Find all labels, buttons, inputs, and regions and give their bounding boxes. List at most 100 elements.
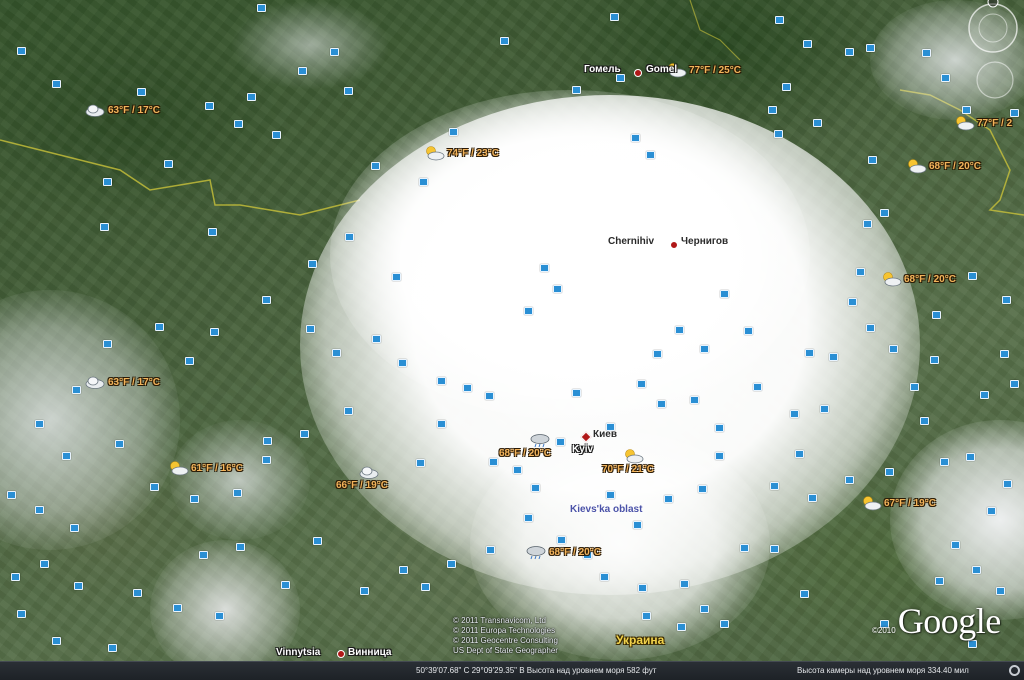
webcam-marker-icon[interactable] — [889, 345, 898, 353]
compass-icon[interactable] — [962, 0, 1024, 62]
weather-marker[interactable]: 68°F / 20°C — [499, 432, 551, 459]
webcam-marker-icon[interactable] — [137, 88, 146, 96]
webcam-marker-icon[interactable] — [257, 4, 266, 12]
webcam-marker-icon[interactable] — [447, 560, 456, 568]
webcam-marker-icon[interactable] — [421, 583, 430, 591]
webcam-marker-icon[interactable] — [720, 620, 729, 628]
weather-marker[interactable]: 61°F / 16°C — [167, 460, 243, 476]
place-label-gomel-en[interactable]: Gomel — [646, 64, 677, 75]
webcam-marker-icon[interactable] — [313, 537, 322, 545]
webcam-marker-icon[interactable] — [642, 612, 651, 620]
webcam-marker-icon[interactable] — [74, 582, 83, 590]
webcam-marker-icon[interactable] — [616, 74, 625, 82]
webcam-marker-icon[interactable] — [164, 160, 173, 168]
webcam-marker-icon[interactable] — [972, 566, 981, 574]
webcam-marker-icon[interactable] — [968, 272, 977, 280]
webcam-marker-icon[interactable] — [103, 178, 112, 186]
webcam-marker-icon[interactable] — [208, 228, 217, 236]
webcam-marker-icon[interactable] — [848, 298, 857, 306]
webcam-marker-icon[interactable] — [940, 458, 949, 466]
webcam-marker-icon[interactable] — [720, 290, 729, 298]
webcam-marker-icon[interactable] — [1002, 296, 1011, 304]
webcam-marker-icon[interactable] — [657, 400, 666, 408]
webcam-marker-icon[interactable] — [572, 86, 581, 94]
webcam-marker-icon[interactable] — [399, 566, 408, 574]
webcam-marker-icon[interactable] — [298, 67, 307, 75]
webcam-marker-icon[interactable] — [62, 452, 71, 460]
webcam-marker-icon[interactable] — [606, 491, 615, 499]
webcam-marker-icon[interactable] — [17, 47, 26, 55]
webcam-marker-icon[interactable] — [35, 506, 44, 514]
webcam-marker-icon[interactable] — [247, 93, 256, 101]
webcam-marker-icon[interactable] — [675, 326, 684, 334]
webcam-marker-icon[interactable] — [1010, 380, 1019, 388]
webcam-marker-icon[interactable] — [664, 495, 673, 503]
webcam-marker-icon[interactable] — [489, 458, 498, 466]
webcam-marker-icon[interactable] — [922, 49, 931, 57]
webcam-marker-icon[interactable] — [11, 573, 20, 581]
webcam-marker-icon[interactable] — [803, 40, 812, 48]
webcam-marker-icon[interactable] — [715, 424, 724, 432]
webcam-marker-icon[interactable] — [215, 612, 224, 620]
webcam-marker-icon[interactable] — [205, 102, 214, 110]
weather-marker[interactable]: 68°F / 20°C — [525, 544, 601, 560]
webcam-marker-icon[interactable] — [155, 323, 164, 331]
webcam-marker-icon[interactable] — [103, 340, 112, 348]
webcam-marker-icon[interactable] — [1000, 350, 1009, 358]
webcam-marker-icon[interactable] — [330, 48, 339, 56]
webcam-marker-icon[interactable] — [753, 383, 762, 391]
webcam-marker-icon[interactable] — [35, 420, 44, 428]
weather-marker[interactable]: 67°F / 19°C — [860, 495, 936, 511]
webcam-marker-icon[interactable] — [308, 260, 317, 268]
webcam-marker-icon[interactable] — [653, 350, 662, 358]
webcam-marker-icon[interactable] — [437, 420, 446, 428]
webcam-marker-icon[interactable] — [419, 178, 428, 186]
webcam-marker-icon[interactable] — [744, 327, 753, 335]
webcam-marker-icon[interactable] — [932, 311, 941, 319]
webcam-marker-icon[interactable] — [485, 392, 494, 400]
webcam-marker-icon[interactable] — [638, 584, 647, 592]
city-dot[interactable] — [337, 650, 345, 658]
webcam-marker-icon[interactable] — [70, 524, 79, 532]
webcam-marker-icon[interactable] — [610, 13, 619, 21]
webcam-marker-icon[interactable] — [770, 545, 779, 553]
webcam-marker-icon[interactable] — [150, 483, 159, 491]
webcam-marker-icon[interactable] — [808, 494, 817, 502]
webcam-marker-icon[interactable] — [72, 386, 81, 394]
webcam-marker-icon[interactable] — [40, 560, 49, 568]
webcam-marker-icon[interactable] — [557, 536, 566, 544]
webcam-marker-icon[interactable] — [332, 349, 341, 357]
webcam-marker-icon[interactable] — [740, 544, 749, 552]
webcam-marker-icon[interactable] — [437, 377, 446, 385]
webcam-marker-icon[interactable] — [272, 131, 281, 139]
webcam-marker-icon[interactable] — [500, 37, 509, 45]
webcam-marker-icon[interactable] — [996, 587, 1005, 595]
webcam-marker-icon[interactable] — [344, 87, 353, 95]
webcam-marker-icon[interactable] — [715, 452, 724, 460]
webcam-marker-icon[interactable] — [805, 349, 814, 357]
webcam-marker-icon[interactable] — [866, 324, 875, 332]
webcam-marker-icon[interactable] — [820, 405, 829, 413]
webcam-marker-icon[interactable] — [17, 610, 26, 618]
place-label-chernihiv-ru[interactable]: Чернигов — [681, 236, 728, 247]
webcam-marker-icon[interactable] — [345, 233, 354, 241]
webcam-marker-icon[interactable] — [398, 359, 407, 367]
webcam-marker-icon[interactable] — [930, 356, 939, 364]
weather-marker[interactable]: 74°F / 23°C — [423, 145, 499, 161]
webcam-marker-icon[interactable] — [52, 637, 61, 645]
webcam-marker-icon[interactable] — [845, 476, 854, 484]
webcam-marker-icon[interactable] — [262, 296, 271, 304]
weather-marker[interactable]: 77°F / 2 — [953, 115, 1012, 131]
webcam-marker-icon[interactable] — [782, 83, 791, 91]
webcam-marker-icon[interactable] — [863, 220, 872, 228]
webcam-marker-icon[interactable] — [700, 345, 709, 353]
webcam-marker-icon[interactable] — [108, 644, 117, 652]
webcam-marker-icon[interactable] — [646, 151, 655, 159]
place-label-vinnytsia-ru[interactable]: Винница — [348, 647, 391, 658]
weather-marker[interactable]: 66°F / 19°C — [336, 464, 388, 491]
weather-marker[interactable]: 63°F / 17°C — [84, 102, 160, 118]
webcam-marker-icon[interactable] — [885, 468, 894, 476]
place-label-vinnytsia-en[interactable]: Vinnytsia — [276, 647, 320, 658]
webcam-marker-icon[interactable] — [524, 307, 533, 315]
webcam-marker-icon[interactable] — [449, 128, 458, 136]
